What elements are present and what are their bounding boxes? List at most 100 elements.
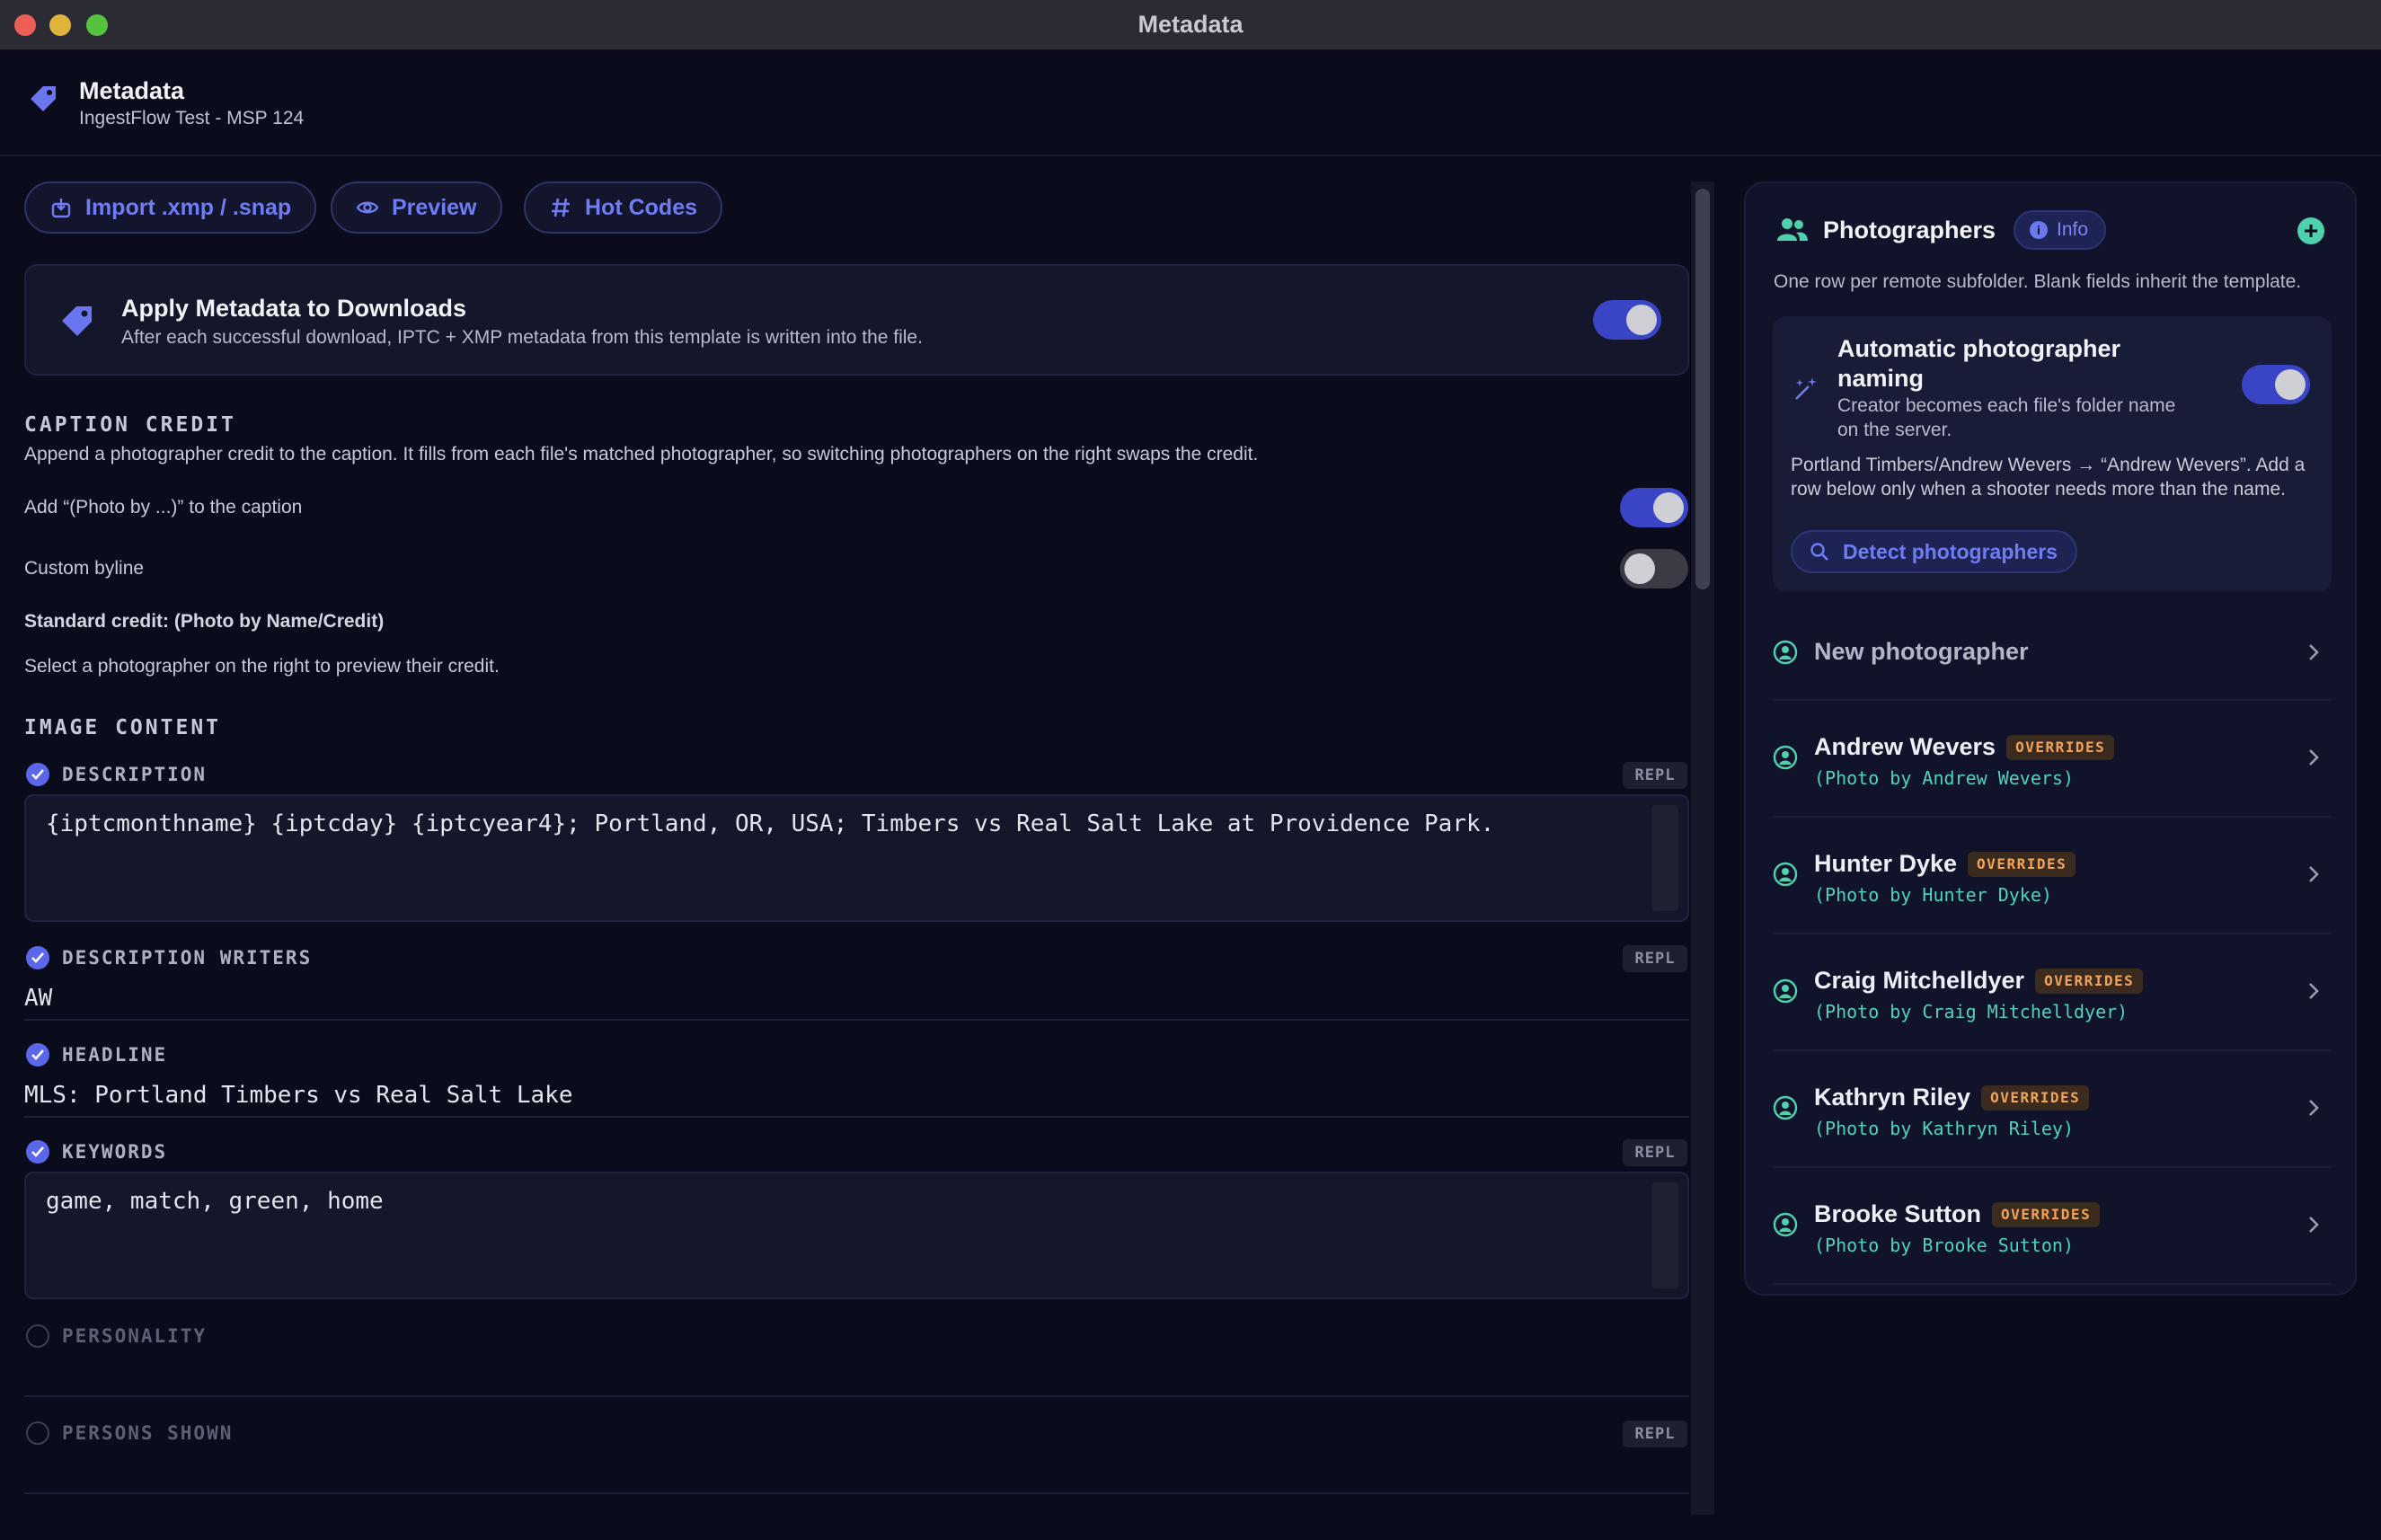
photographer-name: Andrew Wevers	[1814, 733, 1996, 760]
auto-naming-title: Automatic photographer naming	[1837, 335, 2120, 392]
description-textarea[interactable]: {iptcmonthname} {iptcday} {iptcyear4}; P…	[24, 794, 1689, 922]
description-writers-label: DESCRIPTION WRITERS	[62, 947, 313, 969]
keywords-label: KEYWORDS	[62, 1141, 168, 1163]
photographer-name: Brooke Sutton	[1814, 1200, 1981, 1227]
description-writers-checkbox[interactable]	[26, 946, 49, 969]
overrides-badge: OVERRIDES	[1968, 852, 2076, 877]
custom-byline-toggle[interactable]	[1620, 549, 1688, 589]
new-photographer-row[interactable]: New photographer	[1773, 607, 2332, 701]
apply-metadata-subtitle: After each successful download, IPTC + X…	[121, 327, 923, 348]
photographer-name: Kathryn Riley	[1814, 1084, 1971, 1111]
personality-checkbox[interactable]	[26, 1324, 49, 1348]
chevron-right-icon	[2309, 866, 2319, 882]
photographer-credit: (Photo by Craig Mitchelldyer)	[1814, 1001, 2129, 1022]
description-writers-repl-button[interactable]: REPL	[1623, 945, 1687, 972]
divider	[24, 1116, 1689, 1118]
person-icon	[1773, 640, 1798, 665]
apply-metadata-card: Apply Metadata to Downloads After each s…	[24, 264, 1689, 376]
photographer-row[interactable]: Craig Mitchelldyer OVERRIDES (Photo by Cr…	[1773, 934, 2332, 1051]
person-icon	[1773, 862, 1798, 887]
main-scrollbar[interactable]	[1691, 181, 1714, 1515]
keywords-scrollbar[interactable]	[1651, 1182, 1678, 1288]
photographer-name: Craig Mitchelldyer	[1814, 967, 2025, 994]
persons-shown-repl-button[interactable]: REPL	[1623, 1421, 1687, 1447]
description-writers-input[interactable]: AW	[24, 985, 52, 1012]
photographer-name-row: Craig Mitchelldyer OVERRIDES	[1814, 967, 2144, 995]
main-scrollbar-thumb[interactable]	[1695, 189, 1710, 589]
preview-label: Preview	[392, 194, 477, 220]
photographer-credit: (Photo by Kathryn Riley)	[1814, 1118, 2074, 1139]
info-label: Info	[2057, 219, 2089, 240]
photographers-title: Photographers	[1823, 217, 1996, 243]
image-content-heading: IMAGE CONTENT	[24, 716, 222, 739]
persons-shown-checkbox[interactable]	[26, 1421, 49, 1445]
chevron-right-icon	[2309, 1217, 2319, 1233]
hash-icon	[552, 198, 570, 217]
detect-photographers-label: Detect photographers	[1843, 539, 2058, 563]
persons-shown-label: PERSONS SHOWN	[62, 1422, 234, 1444]
divider	[24, 1395, 1689, 1397]
photographer-name-row: Hunter Dyke OVERRIDES	[1814, 850, 2076, 878]
description-label: DESCRIPTION	[62, 764, 208, 785]
import-icon	[51, 199, 71, 218]
person-icon	[1773, 1095, 1798, 1120]
info-button[interactable]: i Info	[2014, 210, 2107, 250]
window-titlebar: Metadata	[0, 0, 2381, 50]
page-title: Metadata	[79, 77, 185, 104]
keywords-repl-button[interactable]: REPL	[1623, 1139, 1687, 1166]
photographers-panel: Photographers i Info + One row per remot…	[1744, 181, 2357, 1296]
detect-photographers-button[interactable]: Detect photographers	[1791, 530, 2077, 573]
description-checkbox[interactable]	[26, 763, 49, 786]
overrides-badge: OVERRIDES	[2035, 969, 2144, 994]
description-repl-button[interactable]: REPL	[1623, 762, 1687, 789]
description-scrollbar[interactable]	[1651, 805, 1678, 911]
person-icon	[1773, 745, 1798, 770]
chevron-right-icon	[2309, 749, 2319, 766]
caption-credit-description: Append a photographer credit to the capt…	[24, 444, 1259, 465]
keywords-checkbox[interactable]	[26, 1140, 49, 1164]
chevron-right-icon	[2309, 983, 2319, 999]
hot-codes-button[interactable]: Hot Codes	[524, 181, 722, 234]
magic-wand-icon	[1795, 377, 1817, 400]
photographer-name-row: Brooke Sutton OVERRIDES	[1814, 1200, 2101, 1228]
tag-icon	[62, 306, 92, 336]
photographer-row[interactable]: Hunter Dyke OVERRIDES (Photo by Hunter Dy…	[1773, 818, 2332, 934]
photographer-credit: (Photo by Andrew Wevers)	[1814, 767, 2074, 789]
hot-codes-label: Hot Codes	[585, 194, 697, 220]
overrides-badge: OVERRIDES	[1992, 1202, 2101, 1227]
add-photo-by-toggle[interactable]	[1620, 488, 1688, 527]
person-icon	[1773, 1212, 1798, 1237]
headline-label: HEADLINE	[62, 1044, 168, 1066]
people-icon	[1777, 218, 1808, 241]
overrides-badge: OVERRIDES	[1981, 1085, 2090, 1111]
info-icon: i	[2030, 221, 2048, 239]
auto-naming-card: Automatic photographer naming Creator be…	[1773, 316, 2332, 591]
new-photographer-label: New photographer	[1814, 638, 2029, 665]
add-photographer-button[interactable]: +	[2297, 217, 2324, 244]
auto-naming-toggle[interactable]	[2242, 365, 2310, 404]
import-xmp-button[interactable]: Import .xmp / .snap	[24, 181, 317, 234]
app-header: Metadata IngestFlow Test - MSP 124	[0, 50, 2381, 156]
headline-checkbox[interactable]	[26, 1043, 49, 1066]
photographer-name-row: Andrew Wevers OVERRIDES	[1814, 733, 2115, 761]
photographer-name-row: Kathryn Riley OVERRIDES	[1814, 1084, 2090, 1111]
photographer-name: Hunter Dyke	[1814, 850, 1958, 877]
photographer-row[interactable]: Brooke Sutton OVERRIDES (Photo by Brooke …	[1773, 1168, 2332, 1285]
divider	[24, 1492, 1689, 1494]
credit-preview-hint: Select a photographer on the right to pr…	[24, 656, 500, 677]
standard-credit-text: Standard credit: (Photo by Name/Credit)	[24, 611, 385, 632]
auto-naming-note: Portland Timbers/Andrew Wevers → “Andrew…	[1791, 455, 2306, 500]
auto-naming-subtitle: Creator becomes each file's folder name …	[1837, 395, 2176, 440]
apply-metadata-toggle[interactable]	[1593, 300, 1661, 340]
keywords-textarea[interactable]: game, match, green, home	[24, 1172, 1689, 1299]
photographer-row[interactable]: Kathryn Riley OVERRIDES (Photo by Kathryn…	[1773, 1051, 2332, 1168]
personality-label: PERSONALITY	[62, 1325, 208, 1347]
caption-credit-heading: CAPTION CREDIT	[24, 413, 236, 437]
photographers-subtitle: One row per remote subfolder. Blank fiel…	[1774, 271, 2302, 292]
preview-button[interactable]: Preview	[331, 181, 502, 234]
photographer-row[interactable]: Andrew Wevers OVERRIDES (Photo by Andrew …	[1773, 701, 2332, 818]
description-value: {iptcmonthname} {iptcday} {iptcyear4}; P…	[46, 810, 1495, 837]
headline-input[interactable]: MLS: Portland Timbers vs Real Salt Lake	[24, 1082, 572, 1109]
overrides-badge: OVERRIDES	[2006, 735, 2115, 760]
divider	[24, 1019, 1689, 1021]
